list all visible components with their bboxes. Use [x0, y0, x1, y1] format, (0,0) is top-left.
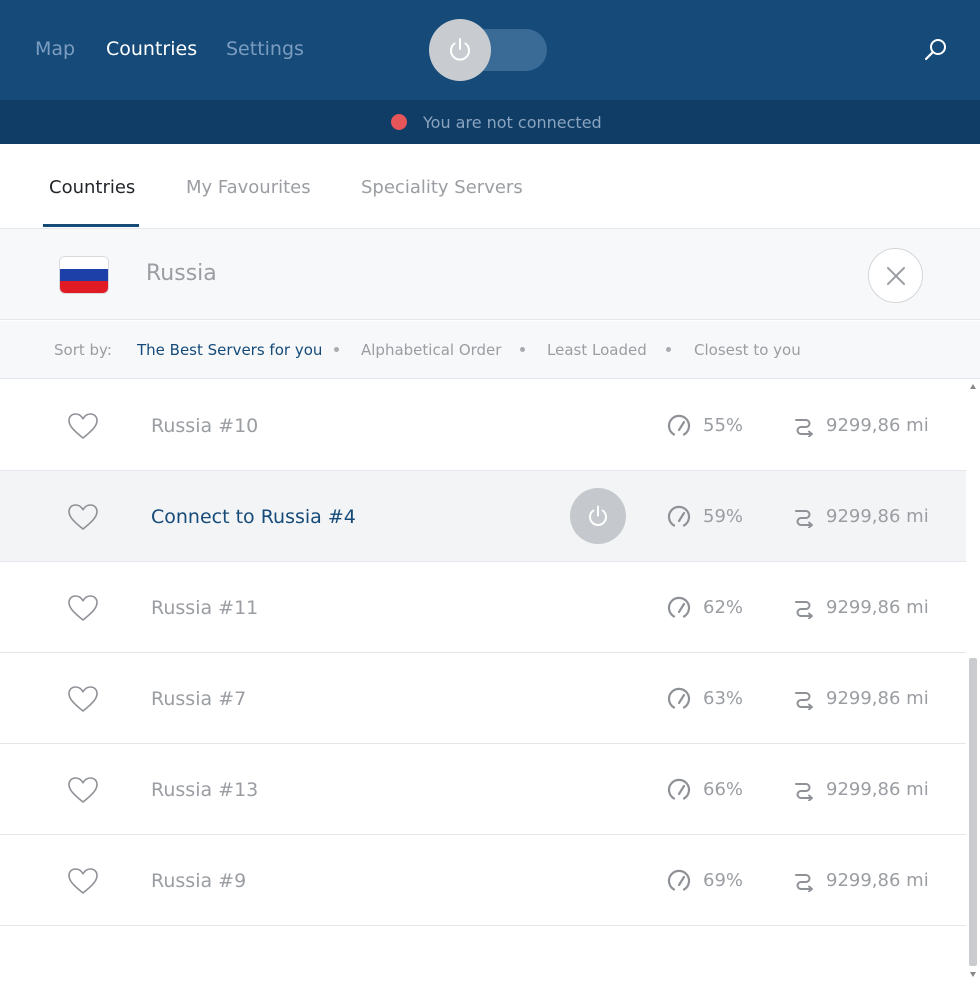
active-tab-underline — [43, 224, 139, 227]
server-load: 63% — [703, 688, 744, 709]
connect-server-button[interactable] — [570, 488, 626, 544]
gauge-icon — [667, 505, 691, 527]
gauge-icon — [667, 596, 691, 618]
russia-flag-icon — [59, 256, 109, 294]
server-distance: 9299,86 mi — [826, 688, 929, 709]
server-row[interactable]: Russia #10 55% 9299,86 mi — [0, 380, 966, 471]
sort-closest[interactable]: Closest to you — [694, 341, 801, 359]
tab-countries[interactable]: Countries — [49, 177, 135, 198]
heart-icon[interactable] — [67, 776, 99, 804]
nav-countries[interactable]: Countries — [106, 38, 197, 60]
distance-icon — [795, 510, 813, 528]
sort-best-servers[interactable]: The Best Servers for you — [137, 341, 322, 359]
status-indicator — [391, 114, 407, 130]
server-row[interactable]: Connect to Russia #4 59% 9299,86 mi — [0, 471, 966, 562]
distance-icon — [795, 783, 813, 801]
server-load: 55% — [703, 415, 744, 436]
server-name: Russia #9 — [151, 870, 247, 892]
server-distance: 9299,86 mi — [826, 779, 929, 800]
sort-separator — [520, 347, 525, 352]
sort-label: Sort by: — [54, 341, 112, 359]
server-row[interactable]: Russia #7 63% 9299,86 mi — [0, 653, 966, 744]
toggle-knob[interactable] — [429, 19, 491, 81]
heart-icon[interactable] — [67, 867, 99, 895]
sort-separator — [334, 347, 339, 352]
server-load: 59% — [703, 506, 744, 527]
nav-settings[interactable]: Settings — [226, 38, 304, 60]
tab-my-favourites[interactable]: My Favourites — [186, 177, 311, 198]
server-row[interactable]: Russia #11 62% 9299,86 mi — [0, 562, 966, 653]
server-distance: 9299,86 mi — [826, 415, 929, 436]
server-distance: 9299,86 mi — [826, 506, 929, 527]
server-load: 62% — [703, 597, 744, 618]
distance-icon — [795, 692, 813, 710]
gauge-icon — [667, 414, 691, 436]
gauge-icon — [667, 687, 691, 709]
heart-icon[interactable] — [67, 503, 99, 531]
server-load: 66% — [703, 779, 744, 800]
search-button[interactable] — [922, 36, 950, 64]
scroll-up-arrow[interactable] — [970, 384, 976, 389]
sort-separator — [666, 347, 671, 352]
gauge-icon — [667, 778, 691, 800]
connect-toggle[interactable] — [429, 19, 547, 81]
tab-bar: Countries My Favourites Speciality Serve… — [0, 144, 980, 229]
power-icon — [589, 505, 607, 526]
status-text: You are not connected — [423, 113, 602, 132]
sort-least-loaded[interactable]: Least Loaded — [547, 341, 647, 359]
server-name: Russia #7 — [151, 688, 247, 710]
server-distance: 9299,86 mi — [826, 597, 929, 618]
server-list: Russia #10 55% 9299,86 mi Connect to Rus… — [0, 380, 966, 984]
distance-icon — [795, 601, 813, 619]
scroll-thumb[interactable] — [969, 658, 977, 966]
server-name: Russia #13 — [151, 779, 259, 801]
server-row[interactable]: Russia #13 66% 9299,86 mi — [0, 744, 966, 835]
heart-icon[interactable] — [67, 685, 99, 713]
scrollbar[interactable] — [966, 380, 980, 984]
power-icon — [450, 38, 470, 61]
heart-icon[interactable] — [67, 412, 99, 440]
server-name: Russia #11 — [151, 597, 259, 619]
top-bar: Map Countries Settings — [0, 0, 980, 100]
server-name: Russia #10 — [151, 415, 259, 437]
close-icon — [886, 266, 905, 285]
server-distance: 9299,86 mi — [826, 870, 929, 891]
nav-map[interactable]: Map — [35, 38, 75, 60]
server-name: Connect to Russia #4 — [151, 506, 356, 528]
distance-icon — [795, 419, 813, 437]
server-row[interactable]: Russia #9 69% 9299,86 mi — [0, 835, 966, 926]
close-country-button[interactable] — [868, 248, 923, 303]
heart-icon[interactable] — [67, 594, 99, 622]
sort-alphabetical[interactable]: Alphabetical Order — [361, 341, 501, 359]
scroll-down-arrow[interactable] — [970, 972, 976, 977]
search-icon — [924, 39, 946, 61]
gauge-icon — [667, 869, 691, 891]
country-name: Russia — [146, 261, 217, 286]
server-load: 69% — [703, 870, 744, 891]
tab-speciality-servers[interactable]: Speciality Servers — [361, 177, 523, 198]
distance-icon — [795, 874, 813, 892]
